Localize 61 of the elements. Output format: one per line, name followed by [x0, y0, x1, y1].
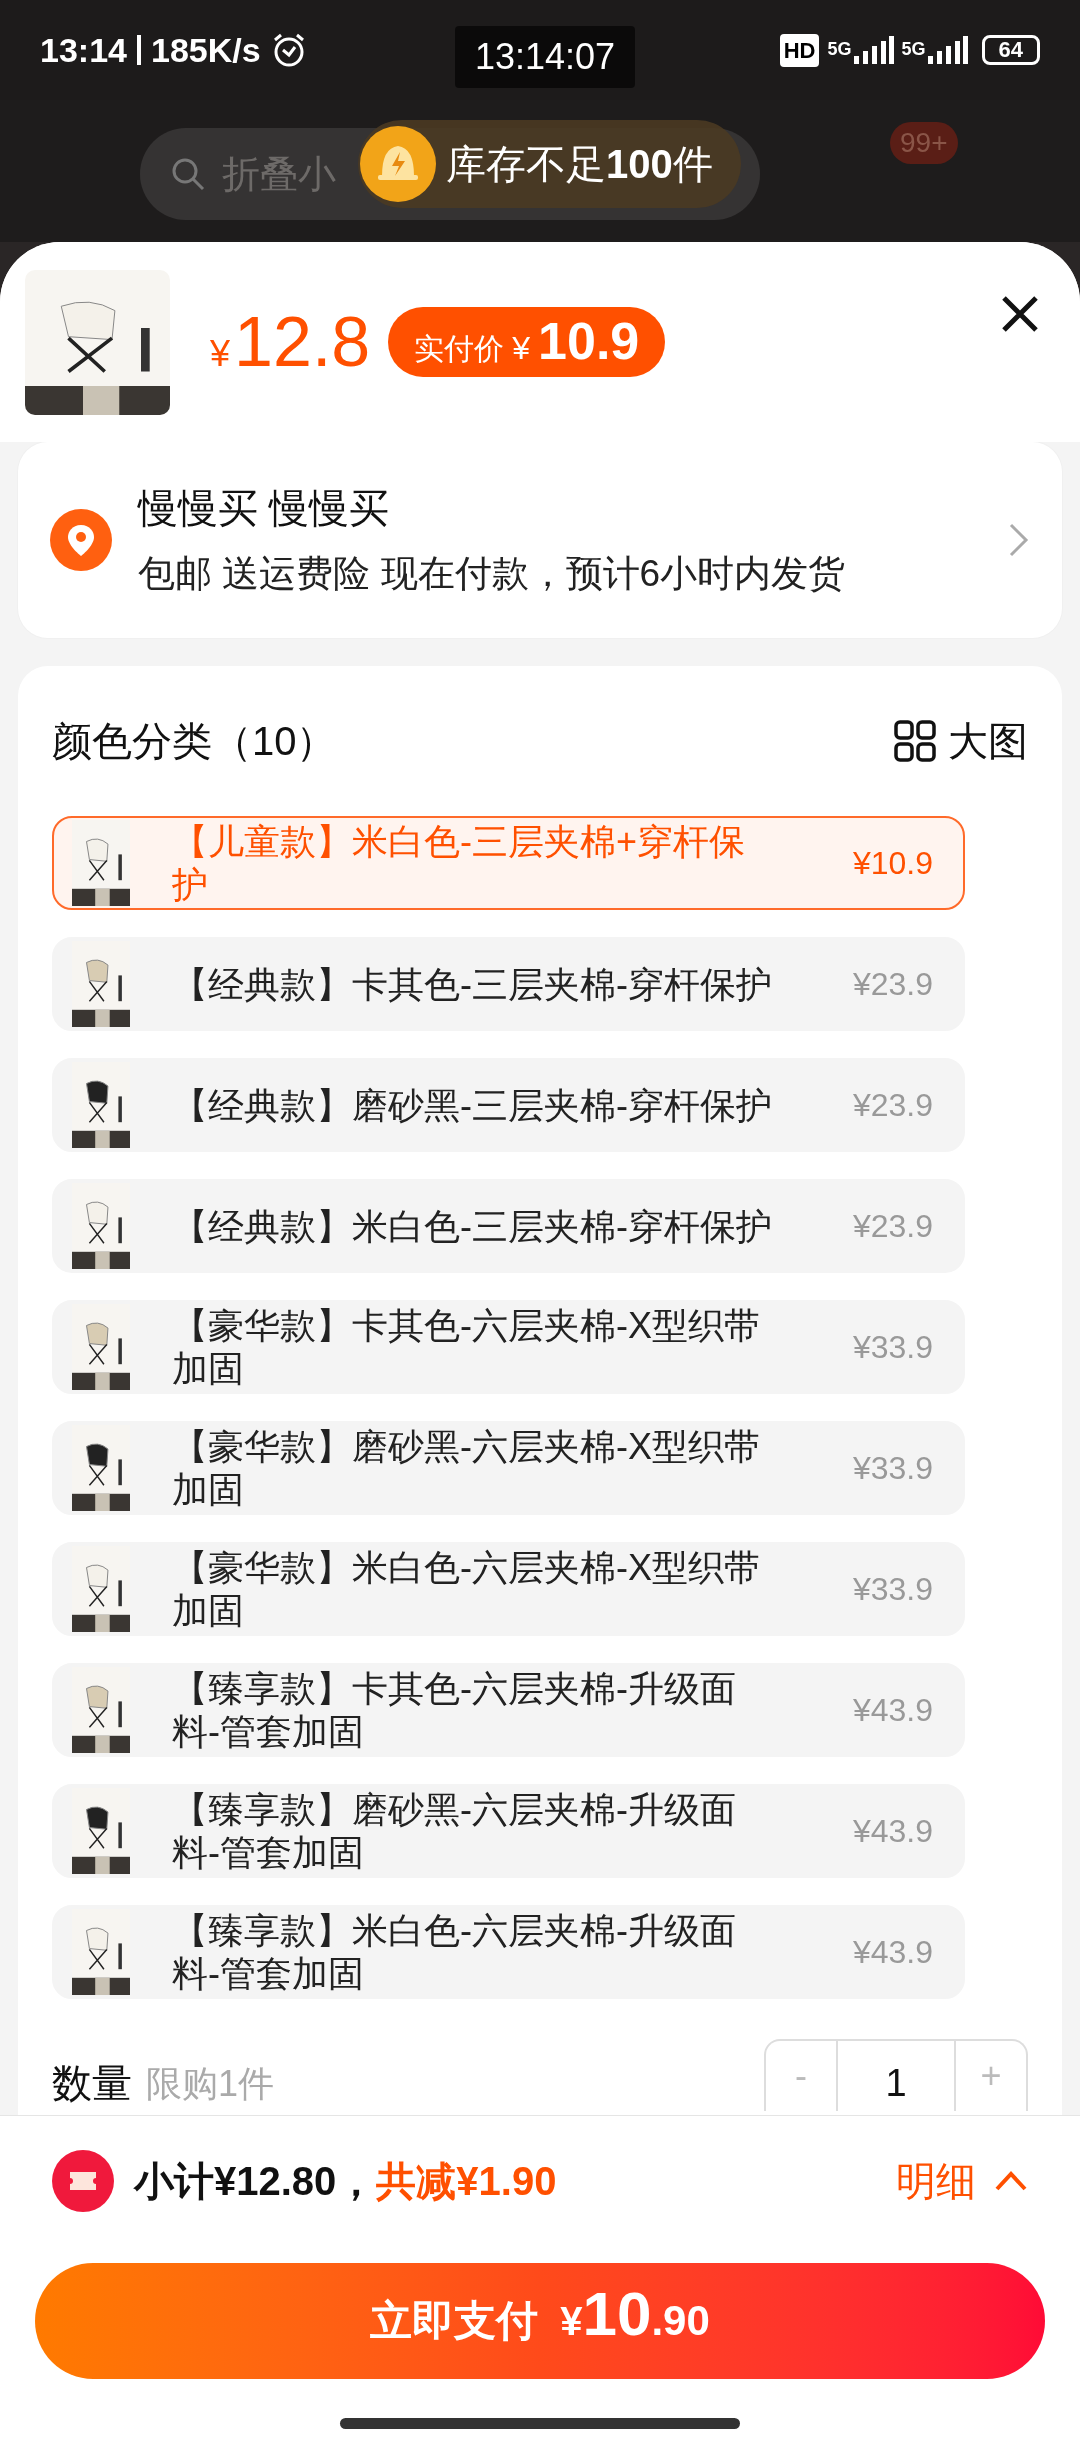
option-price: ¥43.9	[852, 1933, 933, 1972]
clock-time: 13:14:07	[455, 26, 636, 88]
sku-option[interactable]: 【臻享款】米白色-六层夹棉-升级面料-管套加固 ¥43.9	[52, 1905, 965, 1999]
delivery-info: 包邮 送运费险 现在付款，预计6小时内发货	[138, 552, 846, 597]
option-label: 【豪华款】磨砂黑-六层夹棉-X型织带加固	[172, 1425, 761, 1511]
bell-icon	[360, 126, 436, 202]
hd-badge: HD	[779, 33, 820, 67]
quantity-value: 1	[884, 2061, 908, 2106]
large-view-button[interactable]: 大图	[894, 711, 1028, 771]
chevron-right-icon	[1008, 522, 1030, 558]
option-label: 【臻享款】卡其色-六层夹棉-升级面料-管套加固	[172, 1667, 737, 1753]
grid-icon	[894, 720, 936, 762]
chevron-up-icon	[994, 2170, 1028, 2192]
actual-price-badge: 实付价 ¥10.9	[388, 307, 666, 377]
sku-option[interactable]: 【经典款】磨砂黑-三层夹棉-穿杆保护 ¥23.9	[52, 1058, 965, 1152]
signal-icon	[927, 36, 968, 64]
sku-option[interactable]: 【豪华款】米白色-六层夹棉-X型织带加固 ¥33.9	[52, 1542, 965, 1636]
sku-option[interactable]: 【经典款】米白色-三层夹棉-穿杆保护 ¥23.9	[52, 1179, 965, 1273]
sku-option[interactable]: 【臻享款】卡其色-六层夹棉-升级面料-管套加固 ¥43.9	[52, 1663, 965, 1757]
battery-indicator: 64	[981, 35, 1040, 65]
option-price: ¥33.9	[852, 1449, 933, 1488]
option-price: ¥10.9	[852, 844, 933, 883]
subtotal-text: 小计¥12.80，	[134, 2158, 377, 2205]
network-speed: 185K/s	[150, 29, 261, 71]
discount-text: 共减¥1.90	[376, 2158, 557, 2205]
option-label: 【经典款】磨砂黑-三层夹棉-穿杆保护	[172, 1083, 773, 1127]
option-price: ¥23.9	[852, 1207, 933, 1246]
sku-option[interactable]: 【经典款】卡其色-三层夹棉-穿杆保护 ¥23.9	[52, 937, 965, 1031]
section-title: 颜色分类（10）	[52, 718, 337, 765]
option-price: ¥23.9	[852, 965, 933, 1004]
option-price: ¥43.9	[852, 1812, 933, 1851]
option-price: ¥43.9	[852, 1691, 933, 1730]
sku-option[interactable]: 【臻享款】磨砂黑-六层夹棉-升级面料-管套加固 ¥43.9	[52, 1784, 965, 1878]
purchase-limit: 限购1件	[146, 2062, 275, 2106]
quantity-label: 数量	[52, 2060, 132, 2107]
ticket-icon	[52, 2150, 114, 2212]
option-label: 【豪华款】卡其色-六层夹棉-X型织带加固	[172, 1304, 761, 1390]
option-price: ¥33.9	[852, 1570, 933, 1609]
sku-option[interactable]: 【豪华款】卡其色-六层夹棉-X型织带加固 ¥33.9	[52, 1300, 965, 1394]
option-label: 【经典款】米白色-三层夹棉-穿杆保护	[172, 1204, 773, 1248]
signal-icon	[853, 36, 894, 64]
network-label: 5G	[827, 38, 852, 61]
option-label: 【豪华款】米白色-六层夹棉-X型织带加固	[172, 1546, 761, 1632]
close-icon	[1000, 294, 1040, 334]
option-price: ¥33.9	[852, 1328, 933, 1367]
option-label: 【经典款】卡其色-三层夹棉-穿杆保护	[172, 962, 773, 1006]
option-label: 【儿童款】米白色-三层夹棉+穿杆保护	[172, 820, 746, 906]
stock-warning-text: 库存不足100件	[446, 141, 713, 188]
status-time: 13:14	[40, 29, 127, 71]
option-label: 【臻享款】磨砂黑-六层夹棉-升级面料-管套加固	[172, 1788, 737, 1874]
network-label: 5G	[901, 38, 926, 61]
pay-button[interactable]: 立即支付 ¥10.90	[35, 2263, 1045, 2379]
search-text: 折叠小	[222, 151, 336, 197]
sku-option[interactable]: 【豪华款】磨砂黑-六层夹棉-X型织带加固 ¥33.9	[52, 1421, 965, 1515]
option-price: ¥23.9	[852, 1086, 933, 1125]
address-card[interactable]: 慢慢买 慢慢买 包邮 送运费险 现在付款，预计6小时内发货	[18, 442, 1062, 638]
location-pin-icon	[50, 509, 112, 571]
price: ¥12.8	[210, 301, 371, 383]
option-label: 【臻享款】米白色-六层夹棉-升级面料-管套加固	[172, 1909, 737, 1995]
search-icon	[170, 156, 206, 192]
recipient-name: 慢慢买 慢慢买	[138, 485, 391, 533]
